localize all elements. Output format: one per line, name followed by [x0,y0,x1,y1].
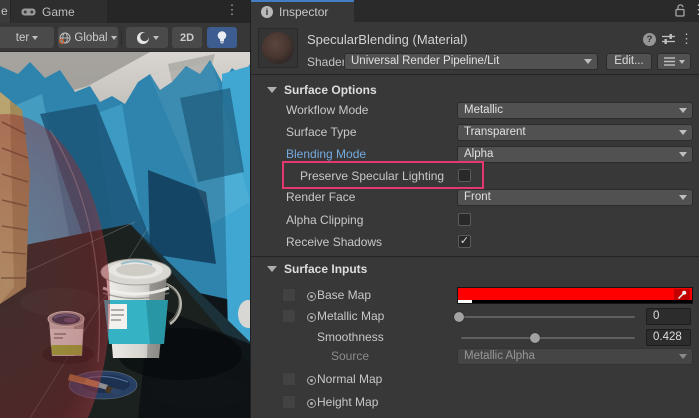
check-icon: ✓ [460,235,469,247]
panel-menu-icon[interactable]: ⋮ [224,2,240,20]
blending-mode-dropdown[interactable]: Alpha [457,146,693,163]
chevron-down-icon [153,36,159,40]
gamepad-icon [21,7,36,17]
source-dropdown: Metallic Alpha [457,348,693,365]
render-face-label: Render Face [286,189,355,206]
scene-view-panel: e Game ⋮ ter [0,0,250,418]
alpha-clipping-checkbox[interactable] [458,213,471,226]
base-map-color-swatch[interactable] [457,287,693,304]
slider-handle[interactable] [454,312,464,322]
normal-map-texture-slot[interactable] [282,372,296,386]
normal-map-label: Normal Map [317,371,382,388]
info-icon: i [261,6,273,18]
preserve-specular-checkbox[interactable] [458,169,471,182]
scene-view-viewport[interactable] [0,52,250,418]
eyedropper-icon[interactable] [674,289,690,300]
more-icon[interactable]: ⋮ [680,31,693,47]
scene-tab-bar: e Game ⋮ [0,0,250,23]
foldout-arrow-icon [267,87,277,93]
render-face-dropdown[interactable]: Front [457,189,693,206]
slider-handle[interactable] [530,333,540,343]
chevron-down-icon [32,36,38,40]
foldout-arrow-icon [267,266,277,272]
chevron-down-icon [679,152,687,157]
surface-options-foldout[interactable]: Surface Options [251,82,699,100]
unity-editor-window: e Game ⋮ ter [0,0,699,418]
shaded-sphere-icon [136,31,150,45]
smoothness-slider[interactable] [459,329,637,346]
chevron-down-icon [679,354,687,359]
material-preview-thumbnail[interactable] [258,28,298,68]
receive-shadows-checkbox[interactable]: ✓ [458,235,471,248]
shader-dropdown[interactable]: Universal Render Pipeline/Lit [344,53,598,70]
pivot-button[interactable]: ter [0,27,54,48]
receive-shadows-label: Receive Shadows [286,234,382,251]
object-picker-icon[interactable] [307,376,316,385]
list-icon [664,57,675,66]
tab-game[interactable]: Game [11,0,107,23]
object-picker-icon[interactable] [307,313,316,322]
lighting-toggle-button[interactable] [207,27,237,48]
edit-shader-button[interactable]: Edit... [606,53,652,70]
chevron-down-icon [679,195,687,200]
inspector-panel: i Inspector ⋮ SpecularBlending (Material… [250,0,699,418]
object-picker-icon[interactable] [307,292,316,301]
alpha-bar [458,300,472,303]
alpha-clipping-label: Alpha Clipping [286,212,363,229]
height-map-texture-slot[interactable] [282,395,296,409]
preserve-specular-label: Preserve Specular Lighting [300,168,444,185]
surface-inputs-foldout[interactable]: Surface Inputs [251,261,699,279]
smoothness-value-field[interactable]: 0.428 [646,329,691,346]
section-divider [251,256,699,257]
2d-toggle-button[interactable]: 2D [172,27,202,48]
inspector-tab-bar: i Inspector ⋮ [251,0,699,22]
workflow-mode-label: Workflow Mode [286,102,368,119]
metallic-slider[interactable] [459,308,637,325]
base-map-label: Base Map [317,287,371,304]
chevron-down-icon [679,130,687,135]
draw-mode-button[interactable] [126,27,168,48]
game-scene-render [0,52,250,418]
toolbar-separator [121,30,122,45]
metallic-map-texture-slot[interactable] [282,309,296,323]
chevron-down-icon [111,36,117,40]
chevron-down-icon [679,60,685,64]
surface-type-label: Surface Type [286,124,357,141]
smoothness-label: Smoothness [317,329,384,346]
presets-icon[interactable] [662,33,675,45]
material-header: SpecularBlending (Material) ? ⋮ Shader U… [251,22,699,75]
chevron-down-icon [584,59,592,64]
scene-toolbar: ter Global [0,23,250,52]
shader-label: Shader [307,55,346,69]
tab-scene-partial[interactable]: e [0,0,10,23]
globe-icon [59,32,71,44]
light-bulb-icon [216,30,228,45]
tab-inspector-label: Inspector [279,5,328,19]
preset-list-button[interactable] [657,53,691,70]
workflow-mode-dropdown[interactable]: Metallic [457,102,693,119]
orientation-button[interactable]: Global [58,27,118,48]
metallic-map-label: Metallic Map [317,308,384,325]
material-name: SpecularBlending (Material) [307,32,467,47]
lock-icon[interactable] [675,4,686,17]
surface-type-dropdown[interactable]: Transparent [457,124,693,141]
metallic-value-field[interactable]: 0 [646,308,691,325]
help-icon[interactable]: ? [643,33,656,46]
height-map-label: Height Map [317,394,378,411]
object-picker-icon[interactable] [307,399,316,408]
tab-game-label: Game [42,5,75,19]
blending-mode-label: Blending Mode [286,146,366,163]
tab-inspector[interactable]: i Inspector [251,0,354,22]
base-map-texture-slot[interactable] [282,288,296,302]
panel-menu-icon[interactable]: ⋮ [692,2,699,18]
source-label: Source [331,348,369,365]
chevron-down-icon [679,108,687,113]
